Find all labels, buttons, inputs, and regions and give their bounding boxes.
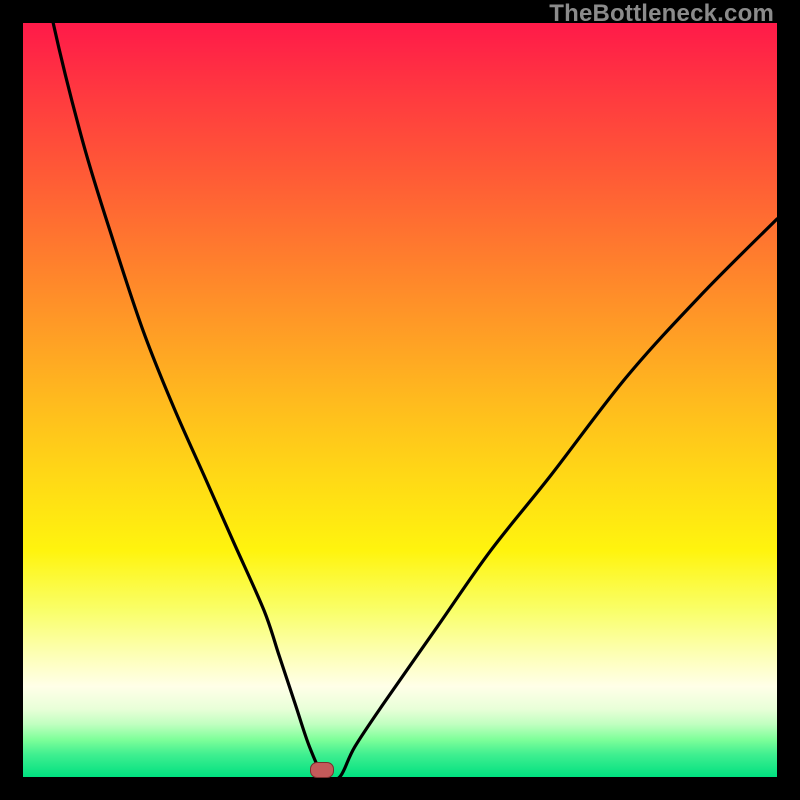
bottleneck-curve [23,23,777,777]
optimal-point-marker [310,762,334,778]
watermark-text: TheBottleneck.com [549,0,774,28]
plot-area [23,23,777,777]
outer-frame: TheBottleneck.com [0,0,800,800]
